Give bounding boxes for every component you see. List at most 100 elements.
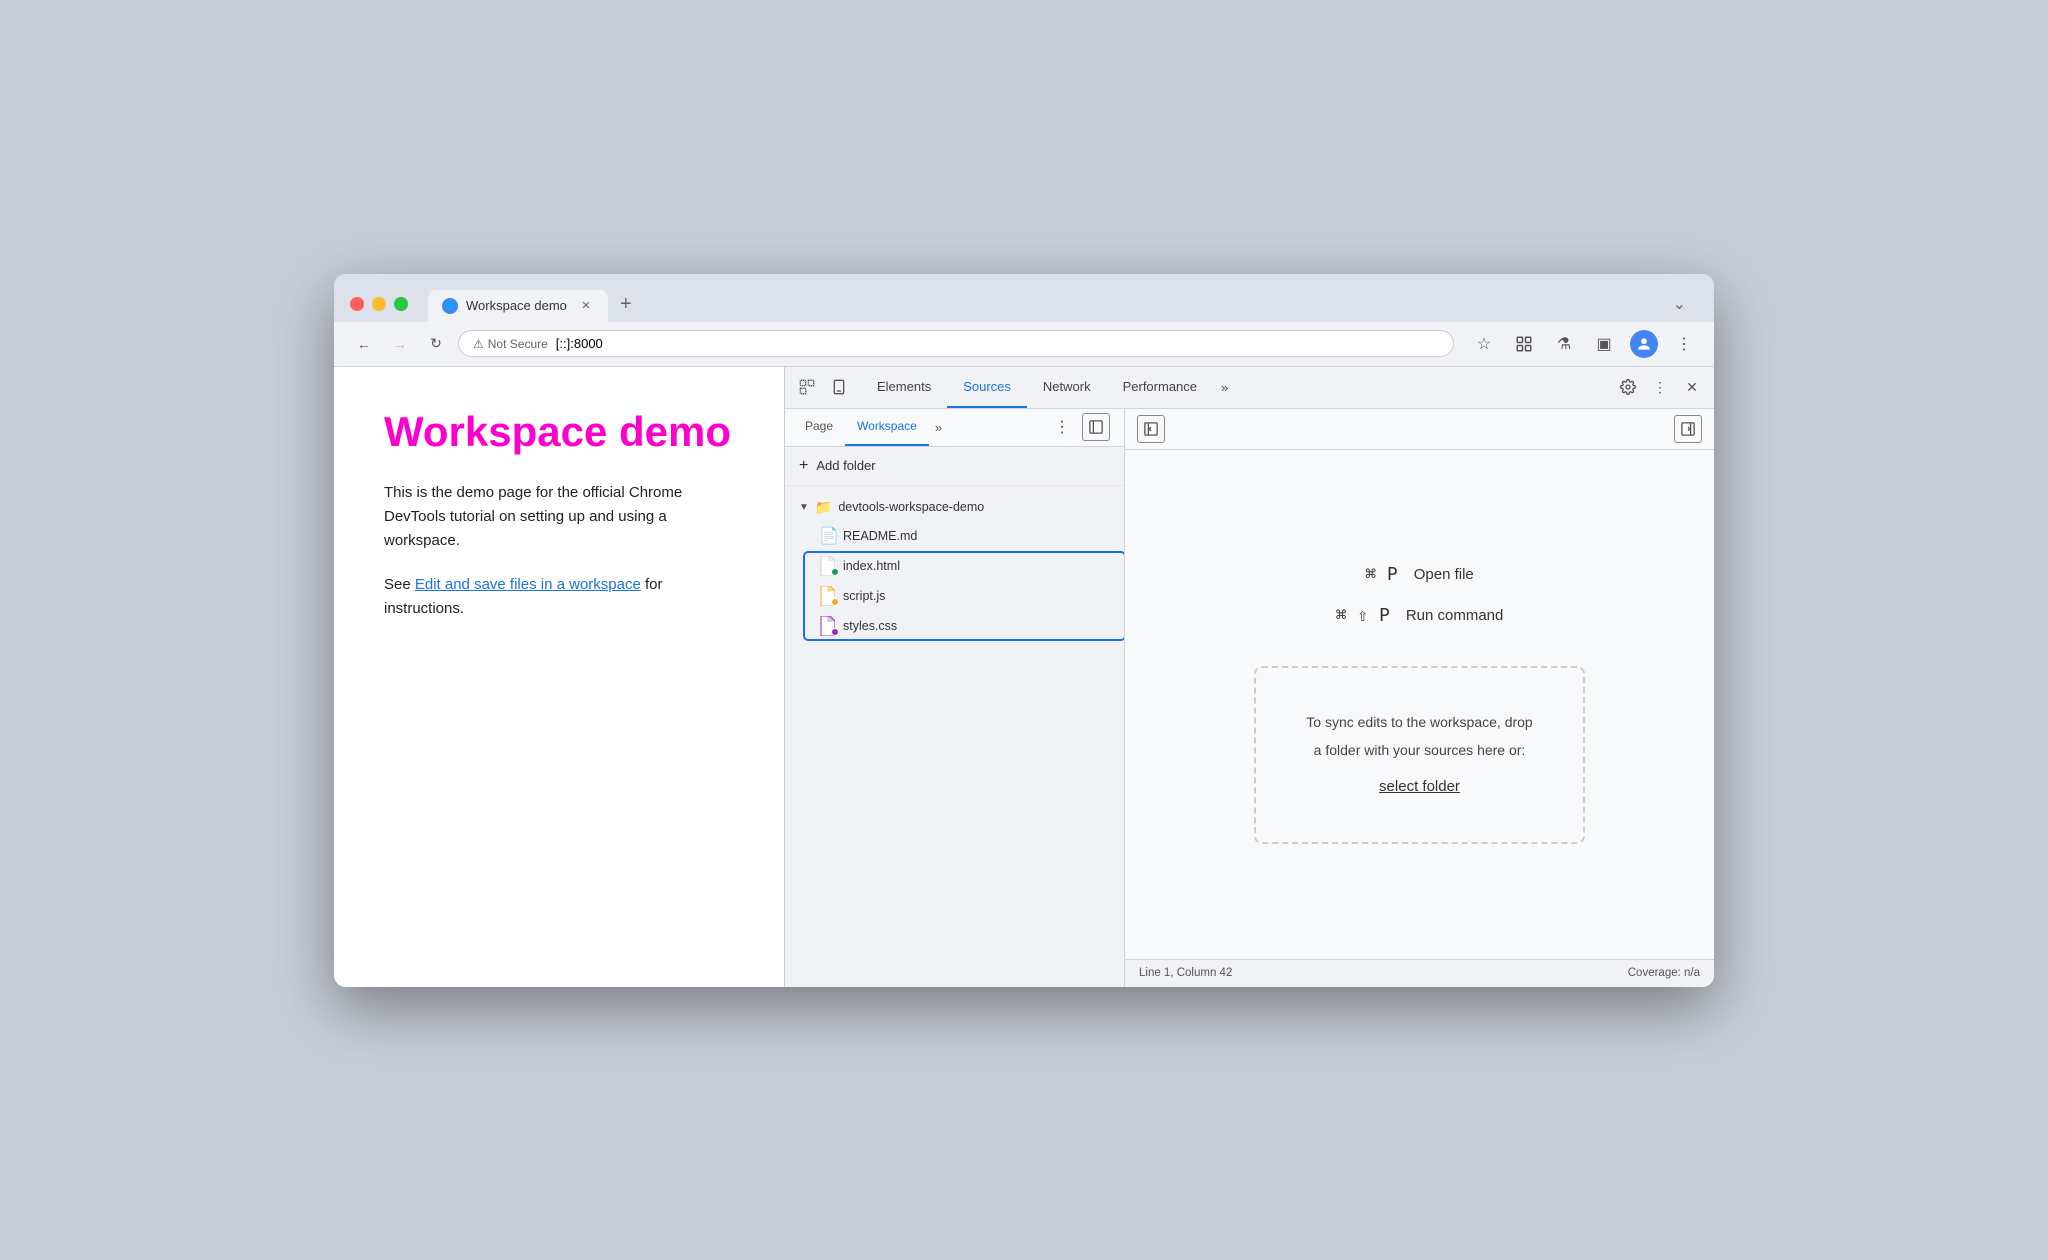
main-content: Workspace demo This is the demo page for… [334, 367, 1714, 987]
subtab-page[interactable]: Page [793, 409, 845, 446]
page-description: This is the demo page for the official C… [384, 481, 734, 553]
file-styles-css[interactable]: styles.css [805, 611, 1124, 641]
orange-dot [831, 598, 839, 606]
not-secure-indicator: ⚠ Not Secure [473, 337, 548, 351]
close-button[interactable] [350, 297, 364, 311]
tab-sources[interactable]: Sources [947, 367, 1027, 408]
plus-icon: + [799, 457, 808, 475]
sidebar-toggle-button[interactable] [1076, 409, 1116, 446]
file-script-js[interactable]: script.js [805, 581, 1124, 611]
subtab-menu-button[interactable]: ⋮ [1048, 409, 1076, 446]
devtools-body: Page Workspace » ⋮ [785, 409, 1714, 987]
more-menu-icon[interactable]: ⋮ [1670, 330, 1698, 358]
tab-performance[interactable]: Performance [1107, 367, 1213, 408]
see-text: See [384, 576, 415, 593]
green-dot [831, 568, 839, 576]
folder-name: devtools-workspace-demo [838, 500, 984, 514]
file-styles-name: styles.css [843, 619, 897, 633]
traffic-lights [350, 297, 408, 311]
tab-title: Workspace demo [466, 298, 570, 313]
folder-icon: 📁 [815, 499, 832, 516]
devtools-panel: Elements Sources Network Performance » [784, 367, 1714, 987]
bookmark-icon[interactable]: ☆ [1470, 330, 1498, 358]
subtab-more-button[interactable]: » [929, 409, 948, 446]
dropzone-text1: To sync edits to the workspace, drop [1306, 708, 1532, 736]
editor-panel: ⌘ P Open file ⌘ ⇧ P Run command To sync … [1125, 409, 1714, 987]
tab-favicon: 🌐 [442, 298, 458, 314]
file-tree: ▼ 📁 devtools-workspace-demo 📄 README.md [785, 486, 1124, 987]
split-icon[interactable]: ▣ [1590, 330, 1618, 358]
more-options-icon[interactable]: ⋮ [1646, 373, 1674, 401]
file-readme[interactable]: 📄 README.md [805, 521, 1124, 551]
maximize-button[interactable] [394, 297, 408, 311]
editor-main: ⌘ P Open file ⌘ ⇧ P Run command To sync … [1125, 450, 1714, 959]
tab-elements[interactable]: Elements [861, 367, 947, 408]
back-button[interactable]: ← [350, 330, 378, 358]
subtabs: Page Workspace » ⋮ [785, 409, 1124, 447]
drop-zone[interactable]: To sync edits to the workspace, drop a f… [1254, 666, 1584, 844]
file-readme-name: README.md [843, 529, 917, 543]
file-index-html[interactable]: index.html [805, 551, 1124, 581]
profile-icon[interactable] [1630, 330, 1658, 358]
shortcut1-keys: ⌘ P [1365, 564, 1398, 585]
tab-network[interactable]: Network [1027, 367, 1107, 408]
subtab-workspace[interactable]: Workspace [845, 409, 929, 446]
devtools-tabs: Elements Sources Network Performance » [861, 367, 1614, 408]
shortcut-open-file: ⌘ P Open file [1365, 564, 1474, 585]
purple-dot [831, 628, 839, 636]
warning-icon: ⚠ [473, 337, 484, 351]
tab-close-button[interactable]: ✕ [578, 298, 594, 314]
shortcut-run-command: ⌘ ⇧ P Run command [1336, 605, 1504, 626]
shortcut2-keys: ⌘ ⇧ P [1336, 605, 1390, 626]
minimize-button[interactable] [372, 297, 386, 311]
device-icon[interactable] [825, 373, 853, 401]
shortcut2-label: Run command [1406, 607, 1504, 624]
file-icon-js [819, 586, 837, 606]
address-bar: ← → ↻ ⚠ Not Secure [::]:8000 ☆ ⚗ ▣ [334, 322, 1714, 367]
highlighted-files: index.html [805, 551, 1124, 641]
shortcut1-label: Open file [1414, 566, 1474, 583]
add-folder-button[interactable]: + Add folder [785, 447, 1124, 486]
statusbar-position: Line 1, Column 42 [1139, 967, 1232, 979]
collapse-right-icon[interactable] [1674, 415, 1702, 443]
dropzone-text2: a folder with your sources here or: [1306, 736, 1532, 764]
inspect-icon[interactable] [793, 373, 821, 401]
statusbar-coverage: Coverage: n/a [1628, 967, 1700, 979]
extensions-icon[interactable] [1510, 330, 1538, 358]
add-folder-label: Add folder [816, 458, 875, 473]
settings-icon[interactable] [1614, 373, 1642, 401]
address-url: [::]:8000 [556, 336, 603, 351]
file-icon-css [819, 616, 837, 636]
devtools-icons [793, 373, 853, 401]
page-title: Workspace demo [384, 407, 734, 457]
browser-tab-active[interactable]: 🌐 Workspace demo ✕ [428, 290, 608, 322]
file-icon-html [819, 556, 837, 576]
forward-button[interactable]: → [386, 330, 414, 358]
page-link-text: See Edit and save files in a workspace f… [384, 573, 734, 621]
workspace-link[interactable]: Edit and save files in a workspace [415, 576, 641, 593]
webpage: Workspace demo This is the demo page for… [334, 367, 784, 987]
sidebar-toggle-icon[interactable] [1082, 413, 1110, 441]
title-bar: 🌐 Workspace demo ✕ + ⌄ [334, 274, 1714, 322]
flask-icon[interactable]: ⚗ [1550, 330, 1578, 358]
file-panel: Page Workspace » ⋮ [785, 409, 1125, 987]
file-icon-readme: 📄 [819, 526, 837, 546]
not-secure-label: Not Secure [488, 337, 548, 351]
close-devtools-icon[interactable]: ✕ [1678, 373, 1706, 401]
tab-more-button[interactable]: » [1213, 367, 1236, 408]
toolbar-icons: ☆ ⚗ ▣ ⋮ [1470, 330, 1698, 358]
tab-expand-button[interactable]: ⌄ [1661, 286, 1698, 322]
file-script-name: script.js [843, 589, 885, 603]
devtools-actions: ⋮ ✕ [1614, 373, 1706, 401]
select-folder-link[interactable]: select folder [1379, 778, 1460, 795]
address-input[interactable]: ⚠ Not Secure [::]:8000 [458, 330, 1454, 357]
folder-item[interactable]: ▼ 📁 devtools-workspace-demo [785, 494, 1124, 521]
folder-arrow-icon: ▼ [799, 502, 809, 513]
tree-files: 📄 README.md [805, 521, 1124, 641]
reload-button[interactable]: ↻ [422, 330, 450, 358]
devtools-topbar: Elements Sources Network Performance » [785, 367, 1714, 409]
new-tab-button[interactable]: + [608, 286, 644, 322]
tab-bar: 🌐 Workspace demo ✕ + [428, 286, 1649, 322]
collapse-left-icon[interactable] [1137, 415, 1165, 443]
file-index-name: index.html [843, 559, 900, 573]
